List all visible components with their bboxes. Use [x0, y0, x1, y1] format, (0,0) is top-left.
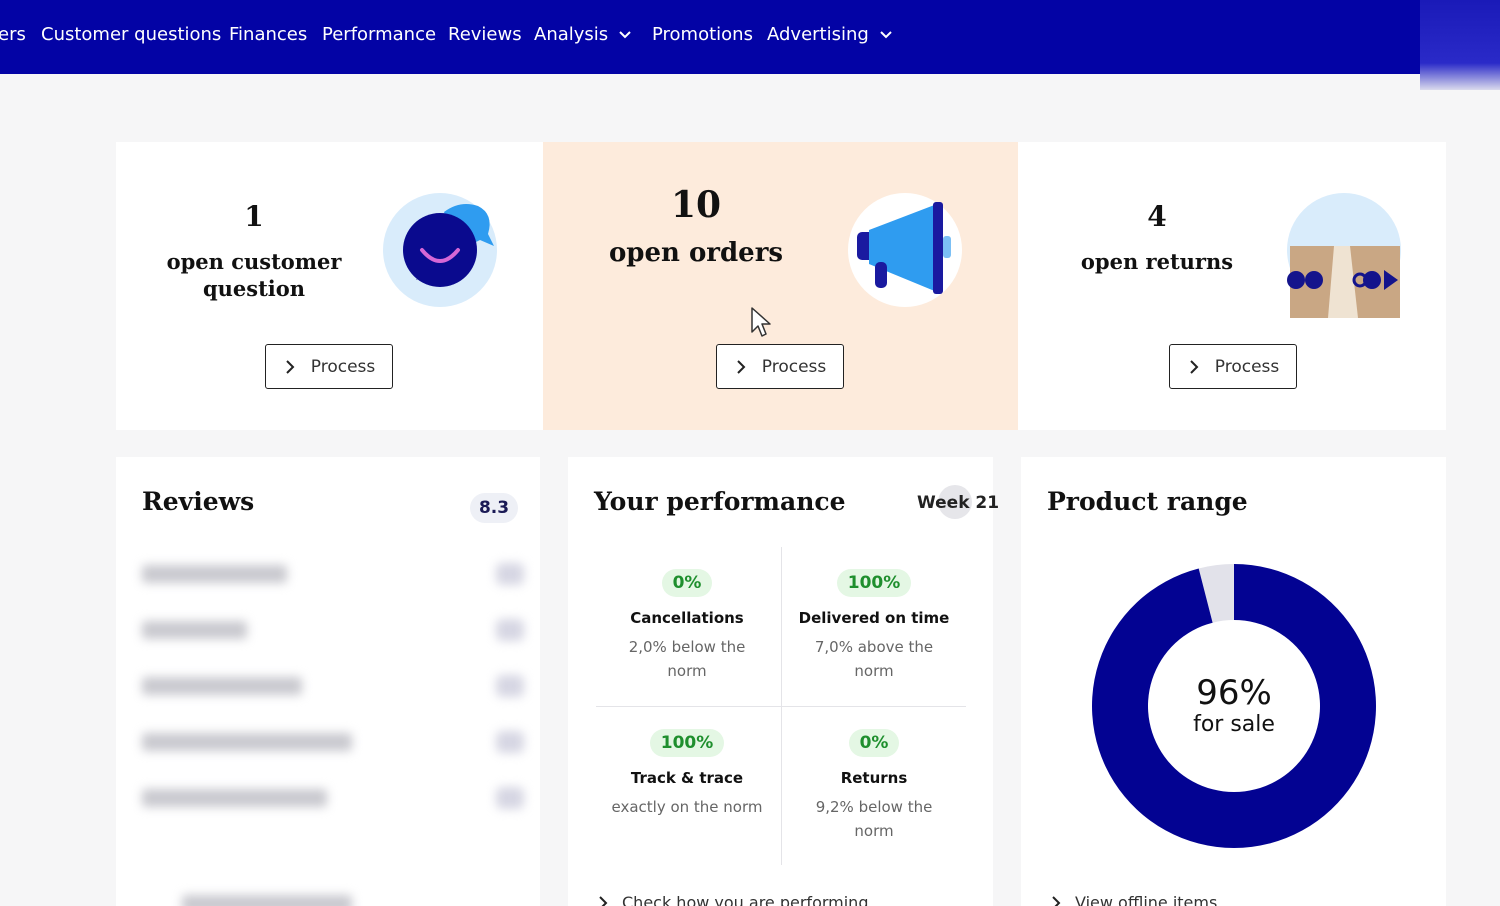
- top-navigation: ers Customer questions Finances Performa…: [0, 0, 1420, 74]
- week-label[interactable]: Week 21: [917, 493, 999, 513]
- chevron-right-icon: [286, 359, 295, 374]
- chevron-right-icon: [1052, 895, 1061, 906]
- performance-panel: Your performance Week 21 0% Cancellation…: [568, 457, 999, 906]
- returns-card: 4 open returns Process: [1018, 142, 1446, 430]
- mouse-cursor-icon: [751, 307, 771, 337]
- review-link-blurred: [142, 887, 524, 906]
- nav-item-orders[interactable]: ers: [0, 24, 26, 45]
- for-sale-percent: 96%: [1196, 673, 1272, 713]
- customer-questions-card: 1 open customer question Process: [116, 142, 543, 430]
- nav-item-advertising[interactable]: Advertising: [767, 24, 893, 45]
- performance-title: Your performance: [594, 487, 846, 516]
- grid-divider: [596, 706, 966, 707]
- returns-box-icon: [1287, 193, 1401, 318]
- process-questions-button[interactable]: Process: [265, 344, 393, 389]
- metric-cancellations: 0% Cancellations 2,0% below the norm: [597, 569, 777, 683]
- metric-returns: 0% Returns 9,2% below the norm: [784, 729, 964, 843]
- process-orders-button[interactable]: Process: [716, 344, 844, 389]
- review-row-blurred: [142, 669, 524, 703]
- reviews-panel: Reviews 8.3: [116, 457, 540, 906]
- review-row-blurred: [142, 557, 524, 591]
- chevron-down-icon: [880, 30, 892, 38]
- nav-overflow-area: [1420, 0, 1500, 90]
- for-sale-caption: for sale: [1193, 712, 1275, 737]
- nav-item-finances[interactable]: Finances: [229, 24, 307, 45]
- summary-cards: 1 open customer question Process 10 open…: [116, 142, 1446, 430]
- product-range-panel: Product range 96% for sale View offline …: [1021, 457, 1446, 906]
- nav-item-performance[interactable]: Performance: [322, 24, 436, 45]
- product-range-title: Product range: [1047, 487, 1248, 516]
- review-row-blurred: [142, 781, 524, 815]
- offline-items-link[interactable]: View offline items: [1051, 893, 1217, 906]
- process-returns-button[interactable]: Process: [1169, 344, 1297, 389]
- open-questions-label: open customer question: [166, 249, 342, 301]
- open-orders-label: open orders: [608, 238, 784, 268]
- nav-item-reviews[interactable]: Reviews: [448, 24, 522, 45]
- product-range-donut: 96% for sale: [1091, 563, 1377, 849]
- nav-item-analysis[interactable]: Analysis: [534, 24, 632, 45]
- nav-item-promotions[interactable]: Promotions: [652, 24, 753, 45]
- reviews-title: Reviews: [142, 487, 255, 516]
- open-returns-count: 4: [1147, 200, 1167, 233]
- chevron-right-icon: [599, 895, 608, 906]
- metric-track-and-trace: 100% Track & trace exactly on the norm: [597, 729, 777, 819]
- metric-delivered-on-time: 100% Delivered on time 7,0% above the nor…: [784, 569, 964, 683]
- megaphone-icon: [848, 193, 962, 307]
- review-row-blurred: [142, 613, 524, 647]
- chat-bubble-icon: [383, 193, 497, 307]
- orders-card: 10 open orders Process: [543, 142, 1018, 430]
- performance-link[interactable]: Check how you are performing: [598, 893, 868, 906]
- review-row-blurred: [142, 725, 524, 759]
- reviews-score-badge: 8.3: [470, 493, 518, 523]
- chevron-down-icon: [619, 30, 631, 38]
- nav-item-customer-questions[interactable]: Customer questions: [41, 24, 221, 45]
- chevron-right-icon: [1190, 359, 1199, 374]
- open-questions-count: 1: [244, 200, 264, 233]
- open-returns-label: open returns: [1080, 249, 1234, 274]
- chevron-right-icon: [737, 359, 746, 374]
- donut-center-label: 96% for sale: [1091, 563, 1377, 849]
- open-orders-count: 10: [670, 184, 722, 226]
